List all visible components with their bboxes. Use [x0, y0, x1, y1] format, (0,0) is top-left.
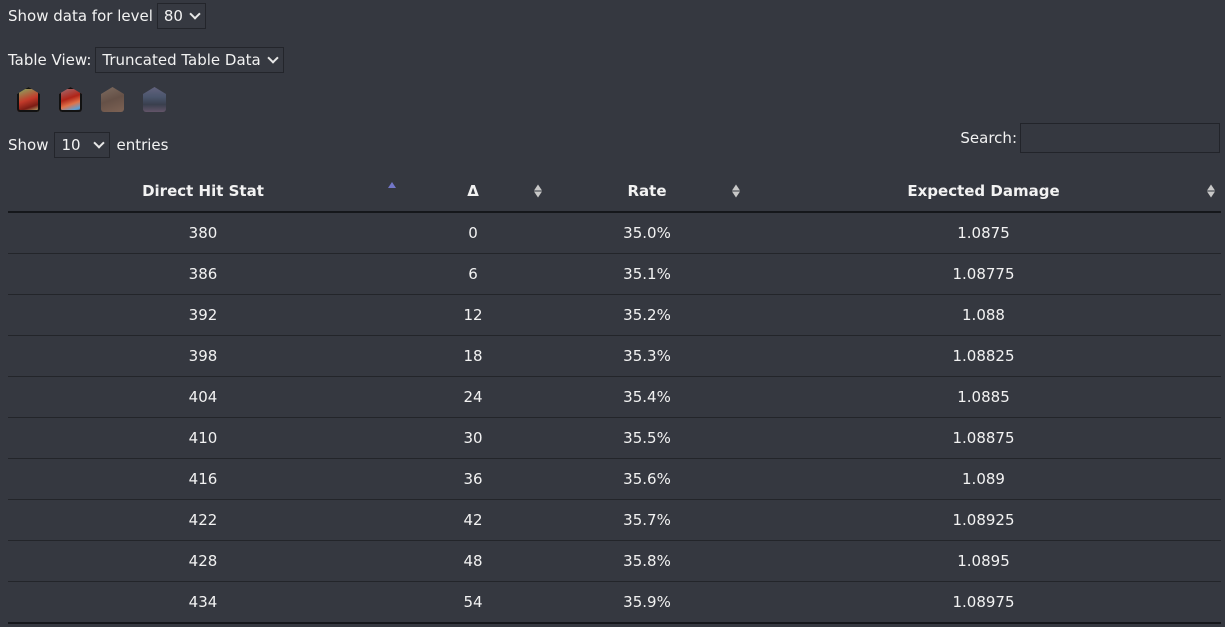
expected-damage-cell: 1.089: [746, 458, 1221, 500]
table-row: 386 6 35.1% 1.08775: [8, 253, 1221, 295]
level-select[interactable]: 80: [156, 3, 206, 29]
job-icon-3[interactable]: [101, 87, 124, 112]
column-header-rate[interactable]: Rate: [548, 170, 746, 213]
table-row: 380 0 35.0% 1.0875: [8, 212, 1221, 254]
table-view-row: Table View: Truncated Table Data: [8, 46, 284, 74]
chevron-down-icon: [189, 8, 201, 20]
expected-damage-cell: 1.08925: [746, 499, 1221, 541]
expected-damage-cell: 1.0875: [746, 212, 1221, 254]
rate-cell: 35.0%: [548, 212, 746, 254]
chevron-down-icon: [93, 137, 106, 149]
table-row: 398 18 35.3% 1.08825: [8, 335, 1221, 377]
table-view-select[interactable]: Truncated Table Data: [95, 47, 284, 73]
expected-damage-cell: 1.0895: [746, 540, 1221, 582]
chevron-down-icon: [267, 52, 279, 64]
direct-hit-stat-cell: 434: [8, 581, 398, 624]
expected-damage-cell: 1.088: [746, 294, 1221, 336]
job-icons: [17, 87, 166, 112]
data-table: Direct Hit Stat Δ Rate Expected Damage 3…: [8, 170, 1221, 624]
rate-cell: 35.5%: [548, 417, 746, 459]
level-select-value: 80: [163, 7, 183, 25]
level-selector-row: Show data for level 80: [8, 2, 206, 30]
direct-hit-stat-cell: 422: [8, 499, 398, 541]
rate-cell: 35.7%: [548, 499, 746, 541]
rate-cell: 35.4%: [548, 376, 746, 418]
column-header-label: Direct Hit Stat: [142, 181, 264, 200]
table-row: 434 54 35.9% 1.08975: [8, 581, 1221, 624]
delta-cell: 12: [398, 294, 548, 336]
delta-cell: 54: [398, 581, 548, 624]
level-label: Show data for level: [8, 7, 153, 25]
table-view-select-value: Truncated Table Data: [102, 51, 261, 69]
column-header-label: Δ: [467, 181, 479, 200]
entries-length-control: Show 10 entries: [8, 132, 168, 158]
direct-hit-stat-cell: 392: [8, 294, 398, 336]
table-view-label: Table View:: [8, 51, 92, 69]
expected-damage-cell: 1.08825: [746, 335, 1221, 377]
job-icon-4[interactable]: [143, 87, 166, 112]
page: Show data for level 80 Table View: Trunc…: [0, 0, 1225, 627]
column-header-direct-hit-stat[interactable]: Direct Hit Stat: [8, 170, 398, 213]
table-row: 404 24 35.4% 1.0885: [8, 376, 1221, 418]
rate-cell: 35.1%: [548, 253, 746, 295]
direct-hit-stat-cell: 398: [8, 335, 398, 377]
delta-cell: 24: [398, 376, 548, 418]
table-row: 422 42 35.7% 1.08925: [8, 499, 1221, 541]
column-header-label: Rate: [627, 181, 667, 200]
table-row: 416 36 35.6% 1.089: [8, 458, 1221, 500]
delta-cell: 36: [398, 458, 548, 500]
sort-both-icon: [732, 184, 740, 197]
rate-cell: 35.3%: [548, 335, 746, 377]
search-label: Search:: [960, 129, 1017, 147]
table-row: 392 12 35.2% 1.088: [8, 294, 1221, 336]
sort-ascending-icon: [388, 182, 396, 188]
direct-hit-stat-cell: 380: [8, 212, 398, 254]
delta-cell: 6: [398, 253, 548, 295]
direct-hit-stat-cell: 386: [8, 253, 398, 295]
search-input[interactable]: [1020, 123, 1220, 153]
column-header-delta[interactable]: Δ: [398, 170, 548, 213]
delta-cell: 30: [398, 417, 548, 459]
direct-hit-stat-cell: 410: [8, 417, 398, 459]
rate-cell: 35.9%: [548, 581, 746, 624]
column-header-label: Expected Damage: [907, 181, 1060, 200]
length-prefix: Show: [8, 136, 49, 154]
job-icon-1[interactable]: [17, 87, 40, 112]
table-header-row: Direct Hit Stat Δ Rate Expected Damage: [8, 170, 1221, 213]
table-row: 428 48 35.8% 1.0895: [8, 540, 1221, 582]
expected-damage-cell: 1.08975: [746, 581, 1221, 624]
entries-select-value: 10: [61, 136, 81, 154]
sort-both-icon: [1207, 184, 1215, 197]
direct-hit-stat-cell: 404: [8, 376, 398, 418]
delta-cell: 48: [398, 540, 548, 582]
column-header-expected-damage[interactable]: Expected Damage: [746, 170, 1221, 213]
direct-hit-stat-cell: 416: [8, 458, 398, 500]
entries-select[interactable]: 10: [54, 132, 111, 158]
table-body: 380 0 35.0% 1.0875 386 6 35.1% 1.08775 392 12 35.2…: [8, 212, 1221, 624]
delta-cell: 18: [398, 335, 548, 377]
rate-cell: 35.2%: [548, 294, 746, 336]
expected-damage-cell: 1.0885: [746, 376, 1221, 418]
search-control: Search:: [960, 123, 1220, 153]
sort-both-icon: [534, 184, 542, 197]
rate-cell: 35.8%: [548, 540, 746, 582]
expected-damage-cell: 1.08775: [746, 253, 1221, 295]
job-icon-2[interactable]: [59, 87, 82, 112]
length-suffix: entries: [116, 136, 169, 154]
table-row: 410 30 35.5% 1.08875: [8, 417, 1221, 459]
delta-cell: 42: [398, 499, 548, 541]
delta-cell: 0: [398, 212, 548, 254]
expected-damage-cell: 1.08875: [746, 417, 1221, 459]
direct-hit-stat-cell: 428: [8, 540, 398, 582]
rate-cell: 35.6%: [548, 458, 746, 500]
